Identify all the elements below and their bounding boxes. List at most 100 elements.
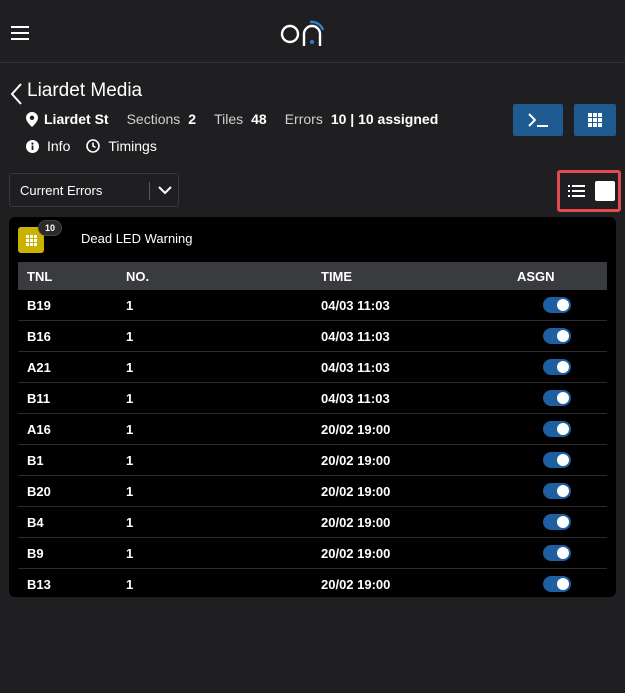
cell-time: 20/02 19:00 [321, 506, 517, 538]
info-link[interactable]: Info [26, 138, 70, 154]
cell-time: 20/02 19:00 [321, 444, 517, 476]
assigned-toggle[interactable] [543, 297, 571, 314]
tiles-label: Tiles [214, 111, 244, 127]
cell-tnl: B19 [18, 290, 126, 321]
cell-asgn [517, 382, 607, 414]
error-count-badge: 10 [38, 220, 62, 236]
cell-no: 1 [126, 444, 321, 476]
info-icon [26, 139, 39, 153]
error-group-card: 10 Dead LED Warning TNL NO. TIME ASGN B1… [9, 217, 616, 597]
info-label: Info [47, 138, 71, 154]
errors-table: TNL NO. TIME ASGN B19 1 04/03 11:03 B16 … [18, 262, 607, 599]
cell-asgn [517, 506, 607, 538]
hamburger-icon[interactable] [11, 26, 29, 40]
top-bar [0, 0, 625, 63]
view-toggle [557, 170, 621, 212]
grid-view-button[interactable] [574, 104, 616, 136]
site-meta: Liardet St Sections 2 Tiles 48 Errors 10… [26, 111, 438, 127]
location-pin-icon [26, 111, 38, 127]
header-links: Info Timings [26, 138, 157, 154]
table-row[interactable]: A21 1 04/03 11:03 [18, 351, 607, 383]
cell-tnl: A21 [18, 351, 126, 383]
cell-tnl: B1 [18, 444, 126, 476]
clock-icon [86, 139, 101, 153]
terminal-button[interactable] [513, 104, 563, 136]
location-name: Liardet St [44, 111, 109, 127]
column-header-tnl[interactable]: TNL [18, 262, 126, 290]
cell-asgn [517, 537, 607, 569]
cell-asgn [517, 475, 607, 507]
page-title: Liardet Media [27, 80, 143, 101]
chevron-down-icon [158, 186, 172, 195]
table-row[interactable]: B20 1 20/02 19:00 [18, 475, 607, 507]
cell-time: 04/03 11:03 [321, 290, 517, 321]
on-logo[interactable] [280, 16, 326, 48]
assigned-toggle[interactable] [543, 359, 571, 376]
dropdown-separator [149, 182, 150, 200]
cell-time: 04/03 11:03 [321, 382, 517, 414]
assigned-toggle[interactable] [543, 328, 571, 345]
table-row[interactable]: B16 1 04/03 11:03 [18, 320, 607, 352]
table-row[interactable]: B11 1 04/03 11:03 [18, 382, 607, 414]
tiles-value: 48 [251, 111, 267, 127]
table-row[interactable]: B19 1 04/03 11:03 [18, 290, 607, 321]
cell-no: 1 [126, 351, 321, 383]
chevron-left-icon[interactable] [9, 82, 23, 106]
assigned-toggle[interactable] [543, 390, 571, 407]
cell-time: 20/02 19:00 [321, 475, 517, 507]
table-row[interactable]: B9 1 20/02 19:00 [18, 537, 607, 569]
table-body: B19 1 04/03 11:03 B16 1 04/03 11:03 A21 … [18, 290, 607, 599]
cell-time: 04/03 11:03 [321, 320, 517, 352]
cell-tnl: A16 [18, 413, 126, 445]
table-header-row: TNL NO. TIME ASGN [18, 262, 607, 290]
errors-label: Errors [284, 111, 323, 127]
timings-label: Timings [108, 138, 157, 154]
cell-tnl: B9 [18, 537, 126, 569]
sections-value: 2 [188, 111, 197, 127]
cell-time: 04/03 11:03 [321, 351, 517, 383]
cell-asgn [517, 320, 607, 352]
table-row[interactable]: B13 1 20/02 19:00 [18, 569, 607, 600]
cell-tnl: B13 [27, 576, 51, 592]
cell-no: 1 [126, 576, 134, 592]
error-filter-value: Current Errors [20, 183, 103, 198]
assigned-toggle[interactable] [543, 545, 571, 562]
table-row[interactable]: B4 1 20/02 19:00 [18, 506, 607, 538]
errors-value: 10 | 10 assigned [330, 111, 439, 127]
table-row[interactable]: B1 1 20/02 19:00 [18, 444, 607, 476]
cell-no: 1 [126, 290, 321, 321]
list-icon[interactable] [568, 183, 586, 199]
sections-label: Sections [126, 111, 181, 127]
cell-no: 1 [126, 537, 321, 569]
cell-time: 20/02 19:00 [321, 576, 391, 592]
cell-tnl: B4 [18, 506, 126, 538]
cell-time: 20/02 19:00 [321, 537, 517, 569]
timings-link[interactable]: Timings [86, 138, 157, 154]
cell-asgn [517, 351, 607, 383]
grid-icon [588, 113, 602, 127]
assigned-toggle[interactable] [543, 452, 571, 469]
cell-tnl: B20 [18, 475, 126, 507]
cell-time: 20/02 19:00 [321, 413, 517, 445]
cell-tnl: B11 [18, 382, 126, 414]
cell-no: 1 [126, 506, 321, 538]
column-header-no[interactable]: NO. [126, 262, 321, 290]
cell-no: 1 [126, 320, 321, 352]
error-group-title: Dead LED Warning [81, 231, 193, 246]
cell-no: 1 [126, 382, 321, 414]
cell-asgn [517, 413, 607, 445]
column-header-asgn[interactable]: ASGN [517, 262, 607, 290]
column-header-time[interactable]: TIME [321, 262, 517, 290]
table-row[interactable]: A16 1 20/02 19:00 [18, 413, 607, 445]
assigned-toggle[interactable] [543, 576, 571, 593]
assigned-toggle[interactable] [543, 421, 571, 438]
view-checkbox[interactable] [595, 181, 615, 201]
cell-tnl: B16 [18, 320, 126, 352]
cell-asgn [517, 290, 607, 321]
cell-asgn [517, 444, 607, 476]
error-filter-dropdown[interactable]: Current Errors [9, 173, 179, 207]
assigned-toggle[interactable] [543, 483, 571, 500]
assigned-toggle[interactable] [543, 514, 571, 531]
terminal-icon [528, 113, 548, 127]
cell-asgn [517, 569, 607, 600]
